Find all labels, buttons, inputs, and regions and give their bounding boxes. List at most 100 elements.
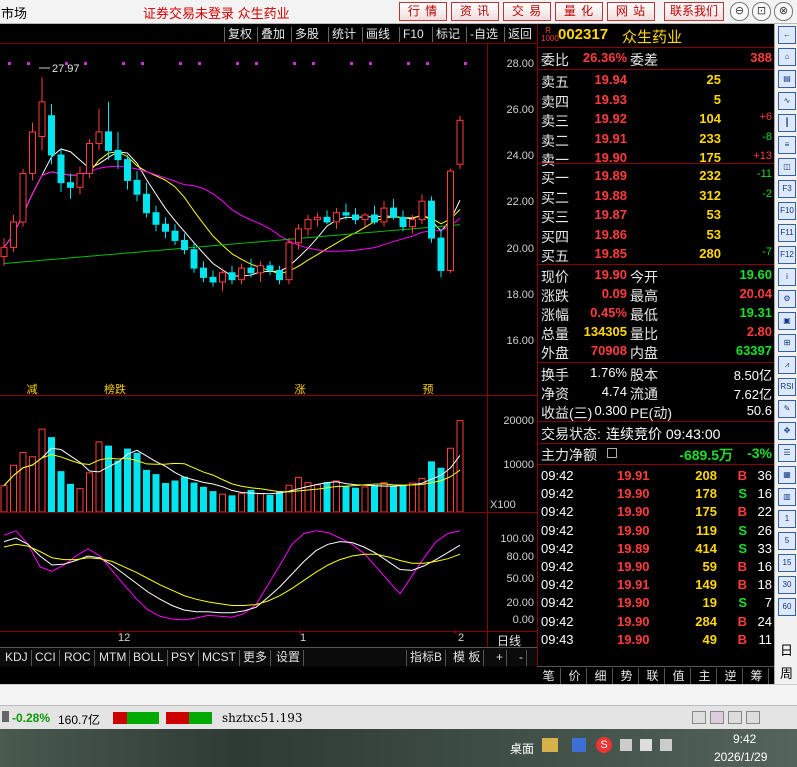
info-icon[interactable]: i bbox=[778, 268, 796, 286]
trade-button[interactable]: 交 易 bbox=[503, 2, 551, 21]
tray-icon[interactable] bbox=[746, 711, 760, 724]
chart-icon[interactable]: ◫ bbox=[778, 158, 796, 176]
f10-icon[interactable]: F10 bbox=[778, 202, 796, 220]
list-icon[interactable] bbox=[607, 448, 617, 458]
tab-settings[interactable]: 设置 bbox=[273, 650, 305, 666]
multi-chart-icon[interactable]: ⊞ bbox=[778, 334, 796, 352]
period-5-icon[interactable]: 5 bbox=[778, 532, 796, 550]
f11-icon[interactable]: F11 bbox=[778, 224, 796, 242]
tick-row[interactable]: 09:42 19.90 178 S 16 bbox=[538, 486, 775, 504]
tab-price[interactable]: 价 bbox=[563, 668, 587, 684]
chart-canvas[interactable] bbox=[0, 44, 537, 634]
tab-cci[interactable]: CCI bbox=[32, 650, 60, 666]
signal-reduce[interactable]: 减 bbox=[24, 381, 40, 397]
grid-view-icon[interactable]: ▦ bbox=[778, 466, 796, 484]
multi-stock-button[interactable]: 多股 bbox=[291, 27, 322, 42]
ask-row[interactable]: 卖一 19.90 175 +13 bbox=[538, 150, 775, 168]
tab-roc[interactable]: ROC bbox=[61, 650, 95, 666]
signal-top-losers[interactable]: 榜跌 bbox=[100, 381, 130, 397]
statistics-button[interactable]: 统计 bbox=[328, 27, 359, 42]
draw-icon[interactable]: ✎ bbox=[778, 400, 796, 418]
ask-row[interactable]: 卖四 19.93 5 bbox=[538, 92, 775, 110]
fuquan-button[interactable]: 复权 bbox=[224, 27, 255, 42]
tab-mtm[interactable]: MTM bbox=[96, 650, 131, 666]
ranking-icon[interactable]: ▤ bbox=[778, 70, 796, 88]
layout-icon[interactable]: ▥ bbox=[778, 488, 796, 506]
f12-icon[interactable]: F12 bbox=[778, 246, 796, 264]
network-icon[interactable] bbox=[640, 739, 652, 751]
settings-icon[interactable]: ⚙ bbox=[778, 290, 796, 308]
news-button[interactable]: 资 讯 bbox=[451, 2, 499, 21]
template-button[interactable]: 模 板 bbox=[450, 650, 485, 666]
report-icon[interactable]: ≡ bbox=[778, 136, 796, 154]
tick-row[interactable]: 09:42 19.91 208 B 36 bbox=[538, 468, 775, 486]
close-icon[interactable]: ⊗ bbox=[774, 2, 793, 21]
tab-boll[interactable]: BOLL bbox=[130, 650, 168, 666]
ask-row[interactable]: 卖三 19.92 104 +6 bbox=[538, 111, 775, 129]
tab-kdj[interactable]: KDJ bbox=[2, 650, 32, 666]
tab-reverse[interactable]: 逆 bbox=[719, 668, 743, 684]
input-method-icon[interactable]: S bbox=[596, 737, 612, 753]
back-arrow-icon[interactable]: ← bbox=[778, 26, 796, 44]
period-15-icon[interactable]: 15 bbox=[778, 554, 796, 572]
period-day[interactable]: 日 bbox=[780, 640, 793, 659]
app-icon[interactable] bbox=[572, 738, 586, 752]
tray-icon[interactable] bbox=[692, 711, 706, 724]
draw-line-button[interactable]: 画线 bbox=[362, 27, 393, 42]
trend-icon[interactable]: ∿ bbox=[778, 92, 796, 110]
minimize-icon[interactable]: ⊖ bbox=[730, 2, 749, 21]
folder-icon[interactable] bbox=[542, 738, 558, 752]
tick-row[interactable]: 09:42 19.90 19 S 7 bbox=[538, 595, 775, 613]
tab-trend[interactable]: 势 bbox=[615, 668, 639, 684]
tab-more[interactable]: 更多 bbox=[240, 650, 272, 666]
f10-button[interactable]: F10 bbox=[399, 27, 427, 42]
tab-mcst[interactable]: MCST bbox=[199, 650, 240, 666]
back-button[interactable]: 返回 bbox=[504, 27, 535, 42]
period-1-icon[interactable]: 1 bbox=[778, 510, 796, 528]
bid-row[interactable]: 买二 19.88 312 -2 bbox=[538, 188, 775, 206]
zoom-out-button[interactable]: - bbox=[516, 650, 527, 666]
tab-main[interactable]: 主 bbox=[693, 668, 717, 684]
tick-row[interactable]: 09:42 19.90 119 S 26 bbox=[538, 523, 775, 541]
tab-value[interactable]: 值 bbox=[667, 668, 691, 684]
period-week[interactable]: 周 bbox=[780, 663, 793, 682]
period-30-icon[interactable]: 30 bbox=[778, 576, 796, 594]
ask-row[interactable]: 卖五 19.94 25 bbox=[538, 72, 775, 90]
overlay-button[interactable]: 叠加 bbox=[257, 27, 288, 42]
clock-date[interactable]: 2026/1/29 bbox=[714, 750, 767, 764]
period-60-icon[interactable]: 60 bbox=[778, 598, 796, 616]
contact-button[interactable]: 联系我们 bbox=[664, 2, 724, 21]
website-button[interactable]: 网 站 bbox=[607, 2, 655, 21]
volume-icon[interactable] bbox=[660, 739, 672, 751]
indicator-icon[interactable]: ⩘ bbox=[778, 356, 796, 374]
tray-icon[interactable] bbox=[710, 711, 724, 724]
zoom-in-button[interactable]: + bbox=[493, 650, 508, 666]
bid-row[interactable]: 买一 19.89 232 -11 bbox=[538, 168, 775, 186]
kline-icon[interactable]: ┃ bbox=[778, 114, 796, 132]
mark-button[interactable]: 标记 bbox=[432, 27, 463, 42]
monitor-icon[interactable]: ▣ bbox=[778, 312, 796, 330]
rsi-icon[interactable]: RSI bbox=[778, 378, 796, 396]
tray-icon[interactable] bbox=[620, 739, 632, 751]
home-icon[interactable]: ⌂ bbox=[778, 48, 796, 66]
desktop-label[interactable]: 桌面 bbox=[510, 740, 534, 757]
quant-button[interactable]: 量 化 bbox=[555, 2, 603, 21]
ask-row[interactable]: 卖二 19.91 233 -8 bbox=[538, 131, 775, 149]
tab-detail[interactable]: 细 bbox=[589, 668, 613, 684]
signal-forecast[interactable]: 预 bbox=[420, 381, 436, 397]
signal-rise[interactable]: 涨 bbox=[292, 381, 308, 397]
tick-row[interactable]: 09:43 19.90 49 B 11 bbox=[538, 632, 775, 650]
indicator-b-button[interactable]: 指标B bbox=[406, 650, 447, 666]
tick-row[interactable]: 09:42 19.91 149 B 18 bbox=[538, 577, 775, 595]
quotes-button[interactable]: 行 情 bbox=[399, 2, 447, 21]
tab-tick[interactable]: 笔 bbox=[537, 668, 561, 684]
list-view-icon[interactable]: ☰ bbox=[778, 444, 796, 462]
tick-row[interactable]: 09:42 19.90 284 B 24 bbox=[538, 614, 775, 632]
tick-row[interactable]: 09:42 19.90 59 B 16 bbox=[538, 559, 775, 577]
main-flow-row[interactable]: 主力净额 -689.5万 -3% bbox=[538, 445, 775, 463]
clock-time[interactable]: 9:42 bbox=[733, 732, 756, 746]
tick-row[interactable]: 09:42 19.90 175 B 22 bbox=[538, 504, 775, 522]
maximize-icon[interactable]: ⊡ bbox=[752, 2, 771, 21]
watchlist-button[interactable]: -自选 bbox=[466, 27, 501, 42]
tab-chips[interactable]: 筹 bbox=[745, 668, 769, 684]
